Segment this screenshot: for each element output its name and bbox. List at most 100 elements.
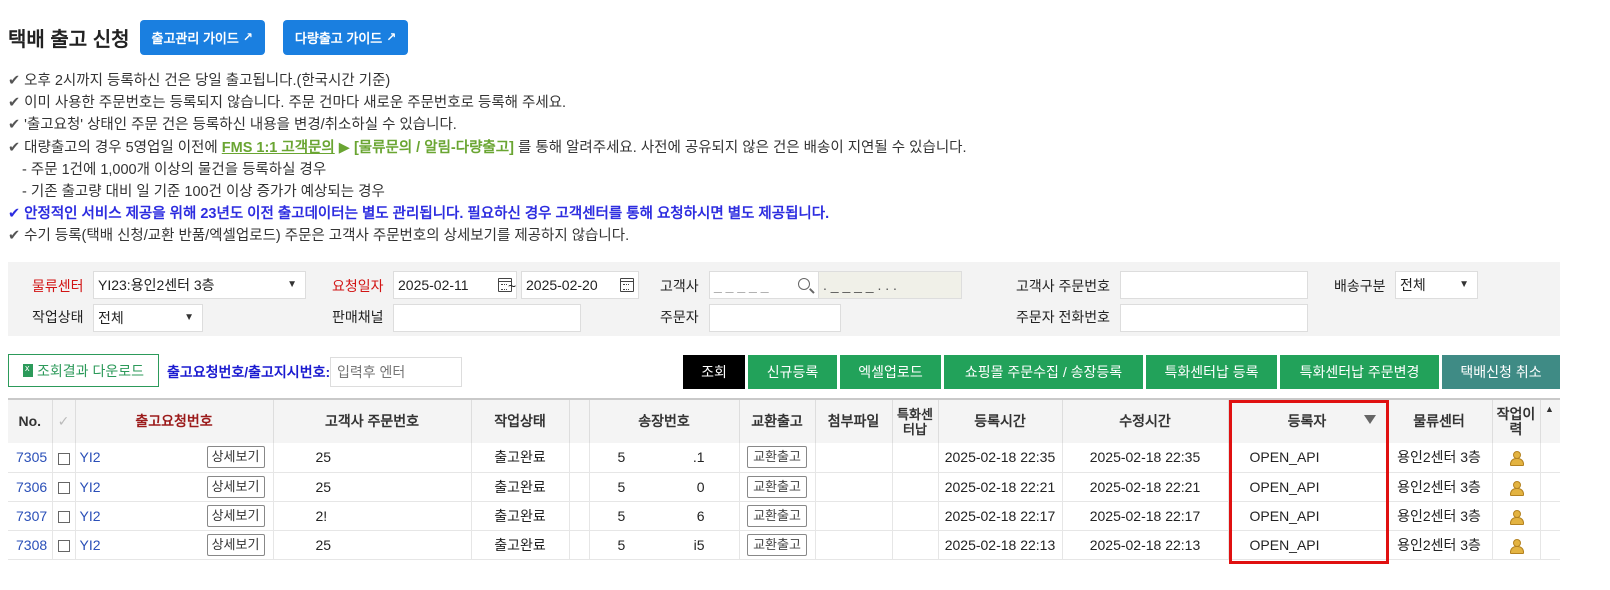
row-tracking-no: 5 i5: [589, 530, 740, 560]
col-client-order-no[interactable]: 고객사 주문번호: [273, 398, 472, 443]
row-request-no[interactable]: YI2: [80, 449, 101, 465]
row-request-no[interactable]: YI2: [80, 479, 101, 495]
detail-view-button[interactable]: 상세보기: [206, 533, 265, 556]
row-request-no[interactable]: YI2: [80, 537, 101, 553]
sort-down-icon[interactable]: [1363, 415, 1376, 424]
row-checkbox[interactable]: [57, 510, 70, 523]
col-no[interactable]: No.: [8, 398, 53, 443]
fms-inquiry-link[interactable]: FMS 1:1 고객문의: [222, 140, 335, 156]
orderer-input[interactable]: [709, 304, 841, 332]
row-tracking-no: 50: [589, 472, 740, 502]
detail-view-button[interactable]: 상세보기: [206, 504, 265, 527]
table-row[interactable]: 7306 YI2 상세보기 25 출고완료 5 0 교환출고 2025-02-18 22:21 2…: [8, 472, 1560, 502]
row-request-no-cell: YI2 상세보기: [75, 472, 274, 502]
notice-item: ✔ 대량출고의 경우 5영업일 이전에 FMS 1:1 고객문의 ▶ [물류문의 …: [8, 137, 1108, 159]
date-from-input[interactable]: 2025-02-11: [393, 271, 517, 299]
work-status-label: 작업상태: [32, 309, 84, 325]
col-special-center[interactable]: 특화센터납: [892, 398, 939, 443]
row-no[interactable]: 7305: [8, 443, 53, 473]
new-register-button[interactable]: 신규등록: [748, 355, 837, 389]
col-center[interactable]: 물류센터: [1386, 398, 1493, 443]
outbound-guide-button[interactable]: 출고관리 가이드 ↗: [139, 19, 265, 55]
row-tracking-suffix: .1: [692, 449, 705, 466]
person-icon[interactable]: [1509, 509, 1524, 525]
row-spacer: [569, 443, 590, 473]
row-checkbox-cell[interactable]: [52, 443, 76, 473]
row-history-cell[interactable]: [1492, 443, 1541, 473]
search-icon[interactable]: [798, 278, 810, 290]
exchange-button[interactable]: 교환출고: [747, 533, 807, 556]
client-search-input[interactable]: _ _ _ _ _: [709, 271, 819, 299]
row-request-no[interactable]: YI2: [80, 508, 101, 524]
exchange-button[interactable]: 교환출고: [747, 475, 807, 498]
search-button[interactable]: 조회: [683, 355, 745, 389]
download-results-button[interactable]: 조회결과 다운로드: [8, 354, 159, 387]
client-search-placeholder: _ _ _ _ _: [714, 277, 769, 293]
arrow-icon: ▶: [334, 139, 354, 156]
row-tracking-suffix: 0: [696, 478, 705, 495]
row-history-cell[interactable]: [1492, 530, 1541, 560]
col-request-no[interactable]: 출고요청번호: [75, 398, 274, 443]
sales-channel-label: 판매채널: [332, 309, 384, 325]
table-row[interactable]: 7305 YI2 상세보기 25 출고완료 5.1 교환출고 2025-02-18 22:35…: [8, 443, 1560, 473]
row-client-order-no: 25: [273, 472, 472, 502]
table-row[interactable]: 7307 YI2 상세보기 2! 출고완료 5 6 교환출고 2025-02-18 22:17 2…: [8, 501, 1560, 531]
detail-view-button[interactable]: 상세보기: [206, 475, 265, 498]
request-no-input[interactable]: [330, 357, 462, 387]
person-icon[interactable]: [1509, 451, 1524, 467]
excel-upload-button[interactable]: 엑셀업로드: [840, 355, 941, 389]
calendar-icon[interactable]: [620, 278, 634, 292]
row-tracking-no: 56: [589, 501, 740, 531]
col-check[interactable]: ✓: [52, 398, 76, 443]
row-checkbox-cell[interactable]: [52, 530, 76, 560]
scroll-up-icon[interactable]: ▲: [1545, 404, 1554, 414]
orderer-phone-input[interactable]: [1120, 304, 1308, 332]
table-row[interactable]: 7308 YI2 상세보기 25 출고완료 5 i5 교환출고 2025-02-18 22:13…: [8, 530, 1560, 560]
person-icon[interactable]: [1509, 480, 1524, 496]
row-registrant: OPEN_API: [1228, 530, 1387, 560]
work-status-select[interactable]: 전체 ▼: [93, 304, 203, 332]
special-center-change-button[interactable]: 특화센터납 주문변경: [1280, 355, 1439, 389]
row-checkbox-cell[interactable]: [52, 501, 76, 531]
row-checkbox[interactable]: [57, 452, 70, 465]
detail-view-button[interactable]: 상세보기: [206, 446, 265, 468]
client-order-no-input[interactable]: [1120, 271, 1308, 299]
date-to-input[interactable]: 2025-02-20: [521, 271, 639, 299]
row-no[interactable]: 7308: [8, 530, 53, 560]
bulk-outbound-guide-button[interactable]: 다량출고 가이드 ↗: [282, 19, 409, 55]
col-exchange[interactable]: 교환출고: [739, 398, 816, 443]
col-registrant[interactable]: 등록자: [1228, 398, 1387, 443]
person-icon[interactable]: [1509, 538, 1524, 554]
client-name-value: . _ _ _ _ . . .: [823, 277, 897, 293]
notice-subitem: - 기존 출고량 대비 일 기준 100건 이상 증가가 예상되는 경우: [22, 183, 385, 200]
delivery-type-select[interactable]: 전체 ▼: [1395, 271, 1478, 299]
row-checkbox-cell[interactable]: [52, 472, 76, 502]
row-history-cell[interactable]: [1492, 501, 1541, 531]
sales-channel-input[interactable]: [393, 304, 581, 332]
row-checkbox[interactable]: [57, 539, 70, 552]
row-client-order-no: 2!: [273, 501, 472, 531]
row-tracking-suffix: i5: [693, 536, 705, 553]
col-tracking-no[interactable]: 송장번호: [589, 398, 740, 443]
cancel-delivery-button[interactable]: 택배신청 취소: [1442, 355, 1560, 389]
row-no[interactable]: 7306: [8, 472, 53, 502]
col-attachment[interactable]: 첨부파일: [815, 398, 893, 443]
col-work-status[interactable]: 작업상태: [471, 398, 570, 443]
center-select-value: YI23:용인2센터 3층: [98, 277, 215, 293]
special-center-register-button[interactable]: 특화센터납 등록: [1146, 355, 1277, 389]
orderer-label: 주문자: [660, 309, 699, 325]
exchange-button[interactable]: 교환출고: [747, 446, 807, 469]
row-exchange-cell: 교환출고: [739, 472, 816, 502]
center-select[interactable]: YI23:용인2센터 3층 ▼: [93, 271, 306, 299]
row-registrant: OPEN_API: [1228, 472, 1387, 502]
col-history[interactable]: 작업이력: [1492, 398, 1541, 443]
client-label: 고객사: [660, 278, 699, 294]
exchange-button[interactable]: 교환출고: [747, 504, 807, 527]
row-checkbox[interactable]: [57, 481, 70, 494]
row-tracking-prefix: 5: [617, 536, 626, 553]
row-no[interactable]: 7307: [8, 501, 53, 531]
col-modified-time[interactable]: 수정시간: [1062, 398, 1229, 443]
row-history-cell[interactable]: [1492, 472, 1541, 502]
col-registered-time[interactable]: 등록시간: [938, 398, 1063, 443]
mall-order-collect-button[interactable]: 쇼핑몰 주문수집 / 송장등록: [944, 355, 1143, 389]
